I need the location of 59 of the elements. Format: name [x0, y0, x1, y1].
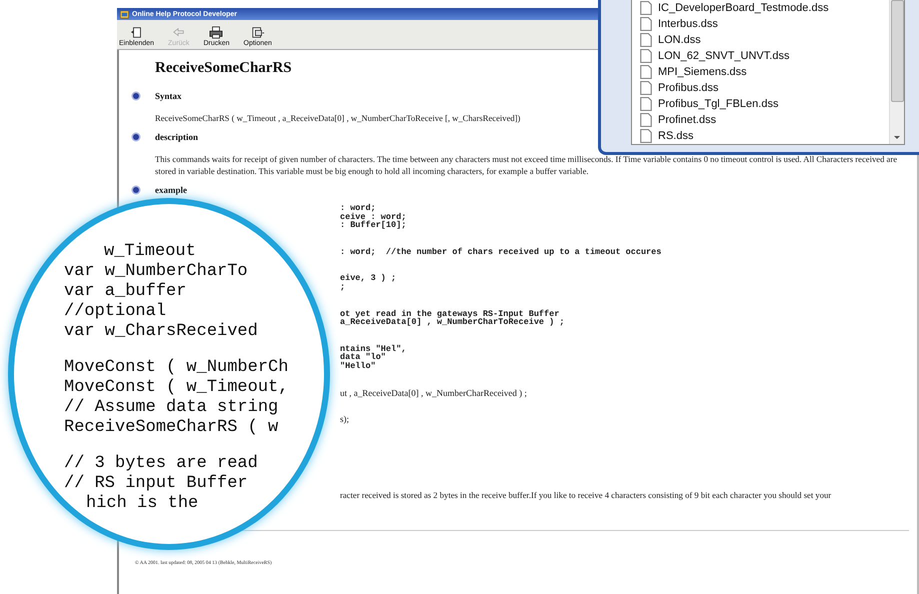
code-line: ceive : word;: [340, 212, 408, 222]
code-line: : word;: [340, 204, 377, 213]
note-text: racter received is stored as 2 bytes in the receive buffer.If you like to receive 4 characters consisting of 9 bit each character you should set your: [339, 490, 832, 500]
section-text: This commands waits for receipt of given number of characters. The time between any characters must not exceed time milliseconds. If Time variable contains 0 no timeout control is used. All Characters received are stored in variable destination. This variable must be big enough to hold all incoming characters, for example a buffer variable.: [154, 153, 898, 177]
section-title: Syntax: [155, 91, 182, 101]
code-line: MoveConst ( w_Timeout,: [64, 378, 288, 398]
scroll-down-icon[interactable]: [893, 135, 901, 140]
code-line: // 3 bytes are read: [64, 454, 258, 474]
page-heading: ReceiveSomeCharRS: [154, 60, 292, 77]
bullet-icon: [133, 187, 139, 193]
printer-icon: [209, 26, 224, 39]
document-icon: [640, 113, 652, 127]
bullet-icon: [133, 93, 139, 99]
document-icon: [640, 65, 652, 79]
code-line: ;: [340, 282, 346, 292]
code-line: ot yet read in the gateways RS-Input Buffer: [340, 310, 560, 318]
scrollbar[interactable]: [889, 0, 904, 144]
code-line: w_Timeout: [103, 242, 196, 262]
code-line: data "lo": [340, 353, 386, 362]
document-icon: [640, 49, 652, 63]
file-item[interactable]: LON.dss: [640, 32, 889, 48]
code-line: s);: [340, 415, 350, 424]
code-line: var w_CharsReceived: [64, 322, 258, 342]
code-line: // RS input Buffer: [64, 474, 248, 494]
document-icon: [640, 81, 652, 95]
file-item[interactable]: LON_62_SNVT_UNVT.dss: [640, 48, 889, 64]
code-line: ut , a_ReceiveData[0] , w_NumberCharReceived ) ;: [340, 388, 528, 398]
back-arrow-icon: [172, 26, 186, 39]
file-item[interactable]: Profibus.dss: [640, 80, 889, 96]
file-item[interactable]: Interbus.dss: [640, 16, 889, 32]
code-line: MoveConst ( w_NumberCh: [64, 358, 288, 378]
panel-icon: [130, 26, 144, 39]
code-line: a_ReceiveData[0] , w_NumberCharToReceive ) ;: [340, 318, 566, 327]
options-icon: [250, 26, 265, 39]
document-icon: [640, 33, 652, 47]
code-line: : word; //the number of chars received up to a timeout occures: [340, 248, 662, 256]
file-item[interactable]: RS.dss: [640, 128, 889, 144]
code-line: hich is the: [85, 494, 198, 514]
file-item[interactable]: MPI_Siemens.dss: [640, 64, 889, 80]
section-title: description: [155, 132, 198, 142]
scrollbar-thumb[interactable]: [890, 0, 904, 102]
code-line: //optional: [64, 302, 166, 322]
document-icon: [640, 17, 652, 31]
section-text: ReceiveSomeCharRS ( w_Timeout , a_ReceiveData[0] , w_NumberCharToReceive [, w_CharsReceived]): [154, 112, 520, 124]
code-line: var w_NumberCharTo: [64, 262, 248, 282]
file-item[interactable]: IC_DeveloperBoard_Testmode.dss: [640, 0, 889, 16]
bullet-icon: [133, 134, 139, 140]
code-line: : Buffer[10];: [340, 221, 408, 230]
code-line: "Hello": [340, 362, 377, 371]
code-line: eive, 3 ) ;: [340, 274, 398, 283]
document-icon: [640, 97, 652, 111]
code-line: ReceiveSomeCharRS ( w: [64, 418, 278, 438]
file-item[interactable]: Profibus_Tgl_FBLen.dss: [640, 96, 889, 112]
code-line: // Assume data string: [64, 398, 278, 418]
app-icon: [120, 10, 129, 18]
code-line: ntains "Hel",: [340, 344, 408, 354]
code-line: var a_buffer: [64, 282, 186, 302]
section-title: example: [155, 185, 187, 195]
file-item[interactable]: Profinet.dss: [640, 112, 889, 128]
